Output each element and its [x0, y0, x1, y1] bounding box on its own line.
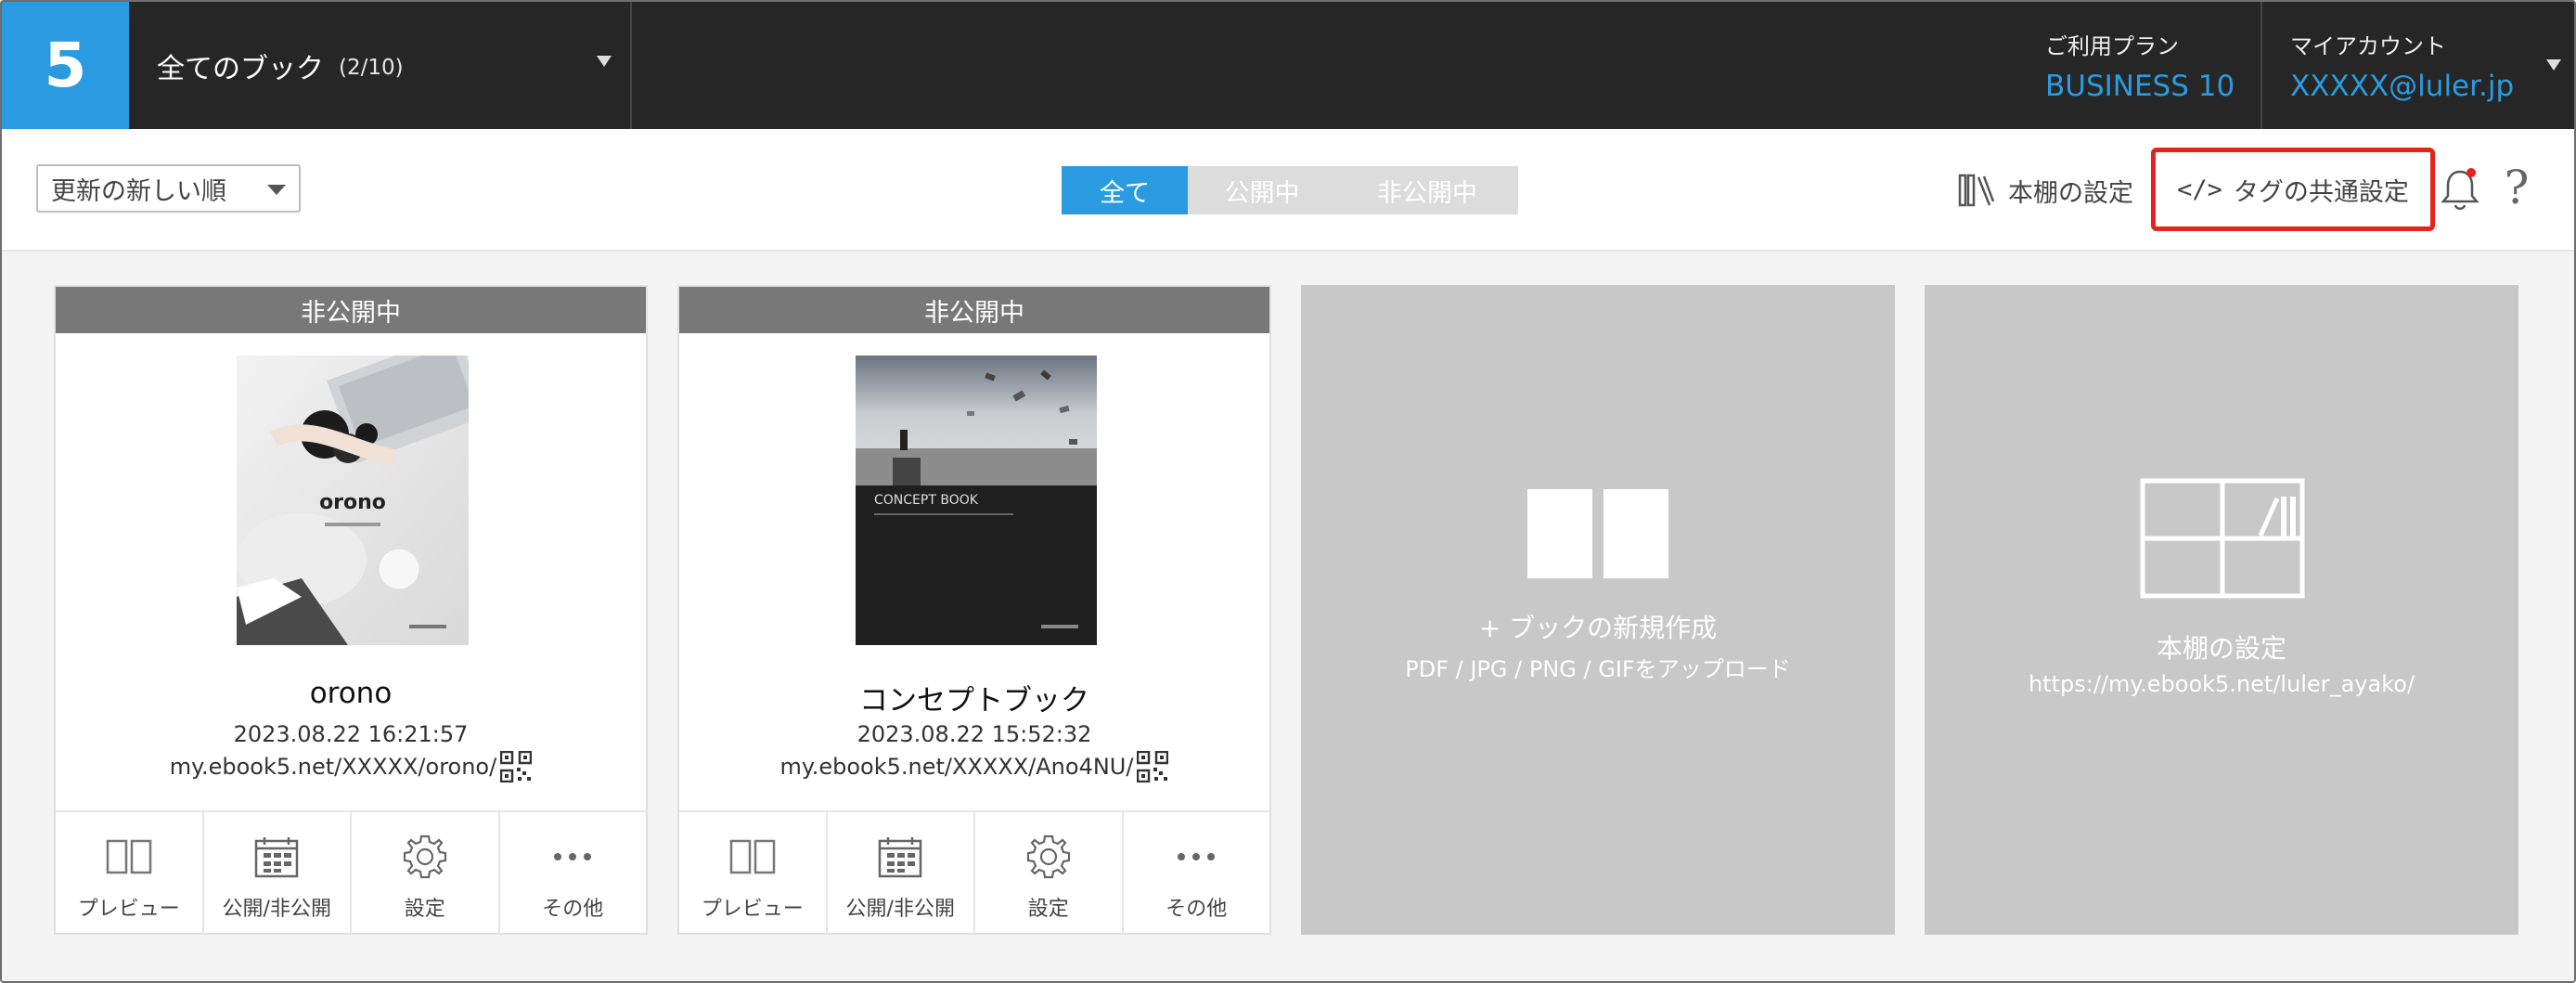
shelf-settings-tile[interactable]: 本棚の設定 https://my.ebook5.net/luler_ayako/: [1925, 285, 2518, 935]
preview-label: プレビュー: [77, 898, 180, 921]
preview-button[interactable]: プレビュー: [56, 812, 204, 935]
account-email: XXXXX@luler.jp: [2290, 70, 2515, 103]
calendar-icon: [255, 837, 299, 878]
plan-label: ご利用プラン: [2045, 33, 2179, 59]
publish-toggle-button[interactable]: 公開/非公開: [828, 812, 975, 935]
publish-toggle-label: 公開/非公開: [845, 898, 955, 921]
cover-title: CONCEPT BOOK: [874, 493, 979, 508]
sort-select-value: 更新の新しい順: [51, 176, 226, 206]
book-open-icon: [729, 839, 775, 874]
shelf-tile-title: 本棚の設定: [2156, 633, 2286, 664]
more-dots-icon: [1178, 853, 1216, 860]
new-book-title: + ブックの新規作成: [1478, 613, 1718, 643]
settings-button[interactable]: 設定: [975, 812, 1124, 935]
book-card[interactable]: 非公開中 CONCEPT BOOK コンセプトブック 2023.08.22 15…: [677, 285, 1271, 935]
qr-code-icon[interactable]: [1137, 751, 1169, 783]
more-label: その他: [542, 898, 604, 921]
book-updated-date: 2023.08.22 16:21:57: [233, 721, 469, 747]
shelf-tile-url: https://my.ebook5.net/luler_ayako/: [2028, 671, 2415, 697]
book-count: (2/10): [339, 55, 404, 80]
sort-select[interactable]: 更新の新しい順: [36, 164, 301, 213]
book-actions: プレビュー 公開/非公開 設定 その他: [56, 810, 646, 935]
top-header: 5 全てのブック (2/10) ご利用プラン BUSINESS 10 マイアカウ…: [2, 2, 2574, 129]
cover-title: orono: [319, 491, 386, 514]
qr-code-icon[interactable]: [500, 751, 533, 783]
more-button[interactable]: その他: [500, 812, 647, 935]
shelf-settings-label: 本棚の設定: [2008, 178, 2133, 208]
chevron-down-icon: [597, 56, 612, 67]
toolbar: 更新の新しい順 全て 公開中 非公開中 本棚の設定 </> タグの共通設定 ?: [2, 129, 2574, 252]
book-updated-date: 2023.08.22 15:52:32: [857, 721, 1092, 747]
book-open-icon: [106, 839, 151, 874]
plan-value[interactable]: BUSINESS 10: [2045, 70, 2260, 103]
bookshelf-icon: [2140, 478, 2305, 599]
preview-button[interactable]: プレビュー: [679, 812, 828, 935]
tag-common-settings-link[interactable]: </> タグの共通設定: [2151, 148, 2435, 231]
new-book-subtitle: PDF / JPG / PNG / GIFをアップロード: [1405, 656, 1791, 682]
account-label: マイアカウント: [2290, 33, 2446, 59]
notification-bell[interactable]: [2439, 166, 2481, 214]
calendar-icon: [879, 837, 922, 878]
chevron-down-icon: [2546, 59, 2561, 71]
settings-button[interactable]: 設定: [352, 812, 500, 935]
gear-icon: [1026, 834, 1070, 879]
tab-published[interactable]: 公開中: [1188, 166, 1336, 214]
book-actions: プレビュー 公開/非公開 設定 その他: [679, 810, 1269, 935]
more-button[interactable]: その他: [1124, 812, 1270, 935]
book-url[interactable]: my.ebook5.net/XXXXX/Ano4NU/: [780, 754, 1134, 780]
more-dots-icon: [554, 853, 592, 860]
tab-unpublished[interactable]: 非公開中: [1336, 166, 1518, 214]
tab-all[interactable]: 全て: [1062, 166, 1188, 214]
settings-label: 設定: [1027, 898, 1069, 921]
status-badge: 非公開中: [56, 287, 646, 333]
gear-icon: [403, 834, 446, 879]
plan-info: ご利用プラン BUSINESS 10: [2023, 2, 2262, 129]
book-filter-title: 全てのブック: [157, 52, 324, 85]
code-icon: </>: [2177, 175, 2222, 204]
new-book-tile[interactable]: + ブックの新規作成 PDF / JPG / PNG / GIFをアップロード: [1301, 285, 1895, 935]
help-icon[interactable]: ?: [2498, 161, 2535, 216]
tag-common-settings-label: タグの共通設定: [2233, 177, 2409, 207]
publish-toggle-button[interactable]: 公開/非公開: [204, 812, 352, 935]
book-url-row: my.ebook5.net/XXXXX/Ano4NU/: [679, 751, 1269, 783]
bookshelf-icon: [1958, 174, 1995, 207]
shelf-settings-link[interactable]: 本棚の設定: [1958, 166, 2133, 214]
chevron-down-icon: [267, 185, 286, 195]
settings-label: 設定: [404, 898, 445, 921]
account-menu[interactable]: マイアカウント XXXXX@luler.jp: [2262, 2, 2574, 129]
app-window: 5 全てのブック (2/10) ご利用プラン BUSINESS 10 マイアカウ…: [0, 0, 2576, 983]
book-cover-image[interactable]: orono: [237, 356, 469, 645]
preview-label: プレビュー: [701, 898, 804, 921]
new-book-icon: [1527, 489, 1668, 578]
bell-icon: [2441, 168, 2479, 210]
book-url-row: my.ebook5.net/XXXXX/orono/: [56, 751, 646, 783]
book-filter-dropdown[interactable]: 全てのブック (2/10): [129, 2, 632, 129]
more-label: その他: [1166, 898, 1228, 921]
publish-toggle-label: 公開/非公開: [222, 898, 331, 921]
status-badge: 非公開中: [679, 287, 1269, 333]
app-logo[interactable]: 5: [2, 2, 129, 129]
book-title[interactable]: コンセプトブック: [679, 677, 1269, 718]
book-cover-image[interactable]: CONCEPT BOOK: [856, 356, 1097, 645]
book-card[interactable]: 非公開中 orono orono 2023.08.22 16:21:57 my.…: [54, 285, 648, 935]
publish-filter-tabs: 全て 公開中 非公開中: [1062, 166, 1518, 214]
book-title[interactable]: orono: [56, 677, 646, 710]
book-url[interactable]: my.ebook5.net/XXXXX/orono/: [170, 754, 496, 780]
